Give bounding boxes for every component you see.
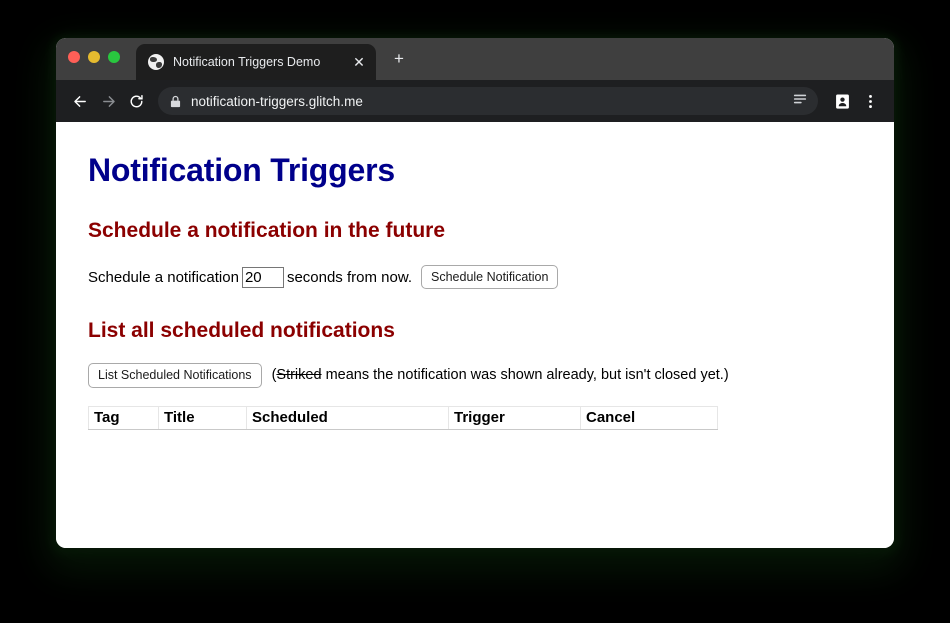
column-header-scheduled: Scheduled <box>246 405 449 430</box>
three-dot-menu-icon[interactable] <box>856 87 884 115</box>
schedule-text-after: seconds from now. <box>286 268 412 286</box>
desktop-background: Notification Triggers Demo ✕ + notificat… <box>0 0 950 623</box>
tab-strip: Notification Triggers Demo ✕ + <box>56 38 894 80</box>
browser-tab[interactable]: Notification Triggers Demo ✕ <box>136 44 376 80</box>
list-form-row: List Scheduled Notifications (Striked me… <box>88 363 862 388</box>
browser-toolbar: notification-triggers.glitch.me <box>56 80 894 122</box>
schedule-text-before: Schedule a notification <box>88 268 239 286</box>
schedule-section-heading: Schedule a notification in the future <box>88 219 446 242</box>
note-strike-word: Striked <box>276 367 322 384</box>
column-header-cancel: Cancel <box>580 405 718 430</box>
list-section-heading: List all scheduled notifications <box>88 319 395 343</box>
tab-title: Notification Triggers Demo <box>173 55 321 69</box>
column-header-title: Title <box>158 405 247 430</box>
globe-icon <box>148 54 164 70</box>
notifications-table: Tag Title Scheduled Trigger Cancel <box>88 405 718 430</box>
browser-window: Notification Triggers Demo ✕ + notificat… <box>56 38 894 548</box>
minimize-window-button[interactable] <box>88 51 100 63</box>
schedule-notification-button[interactable]: Schedule Notification <box>421 265 559 290</box>
note-suffix: means the notification was shown already… <box>321 367 729 384</box>
schedule-form-row: Schedule a notification seconds from now… <box>88 265 862 290</box>
table-header-row: Tag Title Scheduled Trigger Cancel <box>88 405 718 430</box>
new-tab-button[interactable]: + <box>386 46 412 72</box>
strike-legend-note: (Striked means the notification was show… <box>272 367 729 383</box>
maximize-window-button[interactable] <box>108 51 120 63</box>
profile-card-icon[interactable] <box>828 87 856 115</box>
seconds-input[interactable] <box>241 266 284 288</box>
column-header-tag: Tag <box>88 405 159 430</box>
forward-arrow-icon[interactable] <box>94 87 122 115</box>
back-arrow-icon[interactable] <box>66 87 94 115</box>
lock-icon <box>170 95 181 108</box>
list-scheduled-notifications-button[interactable]: List Scheduled Notifications <box>88 363 262 388</box>
reading-list-icon[interactable] <box>792 91 808 112</box>
window-traffic-lights <box>68 51 120 63</box>
close-icon[interactable]: ✕ <box>350 53 368 71</box>
reload-icon[interactable] <box>122 87 150 115</box>
address-bar[interactable]: notification-triggers.glitch.me <box>158 87 818 115</box>
url-text: notification-triggers.glitch.me <box>191 93 363 109</box>
page-title: Notification Triggers <box>88 152 395 188</box>
page-content: Notification Triggers Schedule a notific… <box>56 122 894 548</box>
column-header-trigger: Trigger <box>448 405 581 430</box>
close-window-button[interactable] <box>68 51 80 63</box>
